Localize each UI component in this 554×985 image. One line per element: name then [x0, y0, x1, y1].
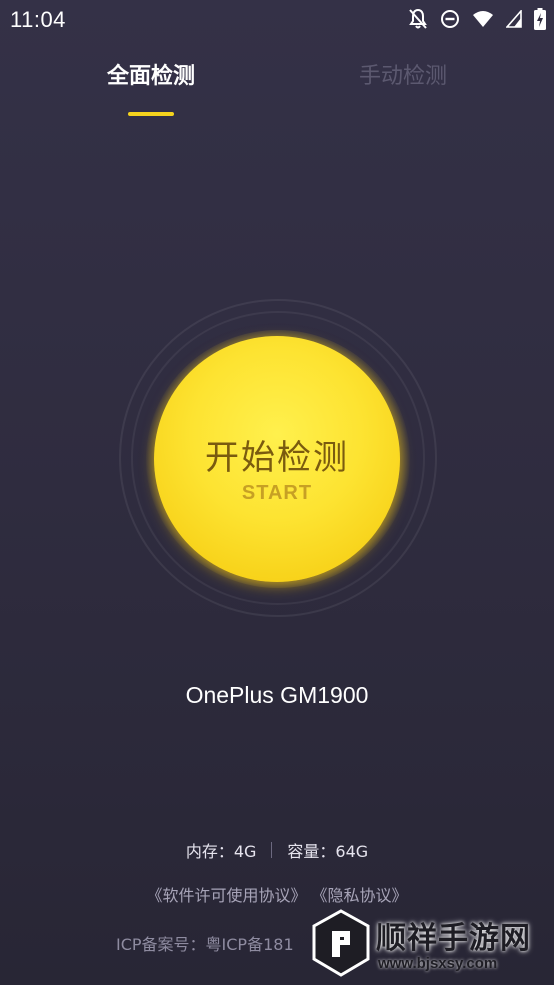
signal-icon [506, 10, 522, 28]
storage-spec: 容量：64G [287, 842, 369, 861]
do-not-disturb-icon [440, 9, 460, 29]
site-watermark: 顺祥手游网 www.bjsxsy.com [310, 909, 546, 977]
status-icons [408, 8, 546, 30]
privacy-agreement-link[interactable]: 《隐私协议》 [312, 886, 408, 905]
device-name: OnePlus GM1900 [185, 682, 369, 708]
tab-bar: 全面检测 手动检测 [0, 58, 554, 128]
start-detection-button[interactable]: 开始检测 START [154, 336, 400, 582]
start-button-title: 开始检测 [205, 438, 349, 478]
tab-active-indicator [128, 112, 174, 116]
watermark-url: www.bjsxsy.com [378, 955, 498, 972]
tab-manual-detection[interactable]: 手动检测 [323, 58, 483, 90]
bell-off-icon [408, 8, 428, 30]
agreement-links: 《软件许可使用协议》 《隐私协议》 [0, 882, 554, 906]
wifi-icon [472, 10, 494, 28]
watermark-title: 顺祥手游网 [376, 921, 531, 956]
status-bar: 11:04 [0, 0, 554, 40]
device-specs: 内存：4G 容量：64G [0, 838, 554, 862]
watermark-logo-icon [310, 909, 372, 981]
spec-divider [271, 842, 273, 858]
battery-charging-icon [534, 8, 546, 30]
tab-full-detection[interactable]: 全面检测 [71, 58, 231, 90]
status-time: 11:04 [10, 7, 66, 32]
start-button-subtitle: START [241, 482, 313, 504]
memory-spec: 内存：4G [185, 842, 257, 861]
license-agreement-link[interactable]: 《软件许可使用协议》 [146, 886, 306, 905]
icp-record: ICP备案号：粤ICP备181 [116, 935, 294, 954]
